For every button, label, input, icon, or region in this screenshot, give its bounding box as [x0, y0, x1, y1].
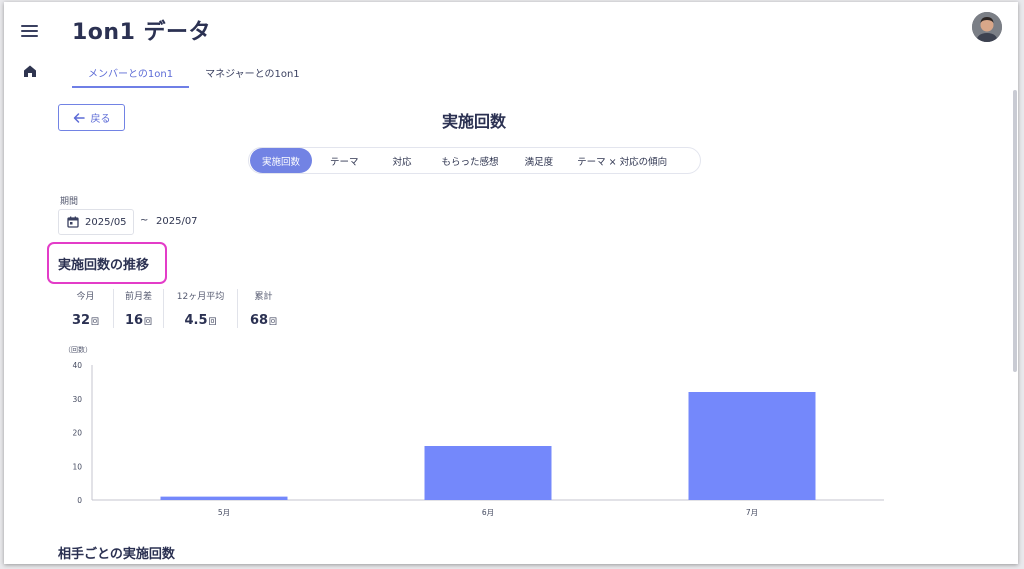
stat-label: 今月 [76, 292, 95, 302]
stat-value: 68回 [249, 313, 278, 328]
segment-theme[interactable]: テーマ [312, 148, 375, 173]
segment-theme-response[interactable]: テーマ × 対応の傾向 [567, 148, 677, 173]
period-separator: ~ [140, 215, 149, 226]
y-tick-label: 0 [77, 496, 82, 505]
y-tick-label: 10 [72, 462, 82, 471]
period-label: 期間 [60, 197, 79, 207]
segment-response[interactable]: 対応 [375, 148, 430, 173]
x-tick-label: 7月 [746, 508, 758, 517]
x-tick-label: 5月 [218, 508, 230, 517]
home-icon[interactable] [21, 62, 39, 80]
stat-this-month: 今月 32回 [58, 289, 113, 328]
y-tick-label: 40 [72, 361, 82, 370]
stat-value: 4.5回 [184, 313, 217, 328]
y-tick-label: 20 [72, 429, 82, 438]
stat-label: 12ヶ月平均 [176, 292, 225, 302]
tab-bar: メンバーとの1on1 マネジャーとの1on1 [72, 58, 316, 88]
page-title: 実施回数 [441, 112, 506, 131]
user-avatar[interactable] [972, 12, 1002, 42]
hamburger-icon[interactable] [19, 22, 41, 40]
bar-3 [688, 392, 816, 500]
count-bar-chart: 0 10 20 30 40 5月 6月 7月 [72, 361, 884, 517]
calendar-icon [67, 216, 79, 228]
metric-segment-control: 実施回数 テーマ 対応 もらった感想 満足度 テーマ × 対応の傾向 [248, 147, 701, 174]
tab-member-1on1[interactable]: メンバーとの1on1 [72, 58, 190, 88]
section-title: 実施回数の推移 [58, 258, 150, 273]
segment-feedback[interactable]: もらった感想 [430, 148, 511, 173]
period-start-picker[interactable]: 2025/05 [58, 209, 134, 235]
stat-label: 前月差 [124, 292, 152, 302]
app-window: 1on1 データ メンバーとの1on1 マネジャーとの1on1 戻る 実施回数 … [4, 2, 1018, 564]
stat-value: 32回 [71, 313, 100, 328]
stat-total: 累計 68回 [237, 289, 289, 328]
y-tick-label: 30 [72, 395, 82, 404]
stat-12month-avg: 12ヶ月平均 4.5回 [163, 289, 237, 328]
stat-value: 16回 [124, 313, 153, 328]
app-title: 1on1 データ [72, 20, 212, 45]
period-end-value[interactable]: 2025/07 [156, 216, 198, 227]
segment-satisfaction[interactable]: 満足度 [511, 148, 568, 173]
x-tick-label: 6月 [482, 508, 494, 517]
next-section-title: 相手ごとの実施回数 [58, 547, 175, 562]
tab-manager-1on1[interactable]: マネジャーとの1on1 [189, 58, 316, 88]
stats-row: 今月 32回 前月差 16回 12ヶ月平均 4.5回 累計 68回 [58, 289, 289, 328]
bar-1 [160, 496, 288, 500]
segment-count[interactable]: 実施回数 [250, 148, 313, 173]
stat-month-diff: 前月差 16回 [113, 289, 163, 328]
stat-label: 累計 [254, 292, 273, 302]
bar-2 [424, 446, 552, 500]
period-start-value: 2025/05 [85, 216, 127, 228]
scrollbar-thumb[interactable] [1013, 90, 1017, 372]
